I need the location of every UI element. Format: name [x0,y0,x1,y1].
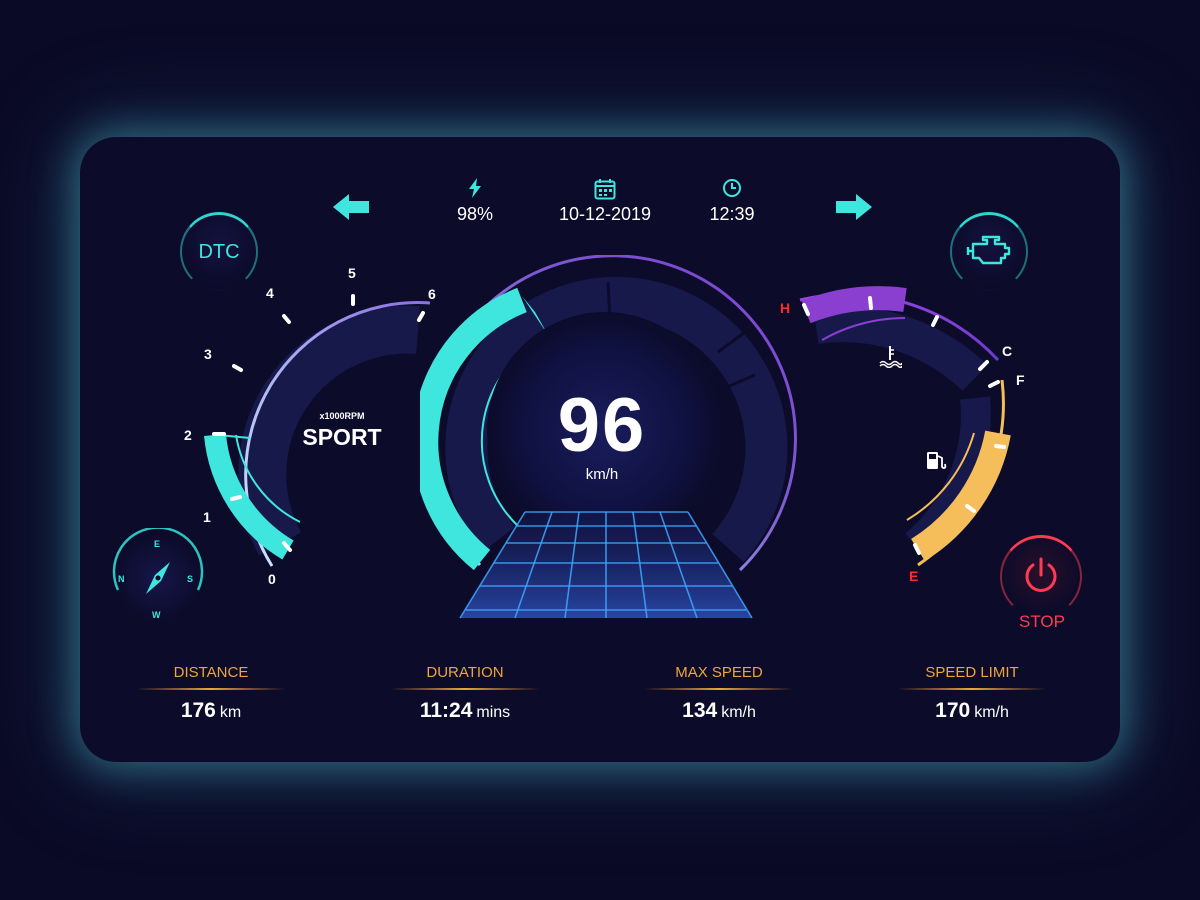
fuel-empty-label: E [909,568,919,584]
compass-north-label: N [118,574,125,584]
compass-west-label: W [152,610,161,620]
engine-icon [965,234,1013,271]
stat-label-distance: DISTANCE [173,664,249,681]
stop-label: STOP [1019,612,1065,631]
drive-mode-label: SPORT [302,424,382,450]
battery-value: 98% [456,204,494,224]
stat-value-max-speed: 134 km/h [682,699,756,722]
clock-icon [672,178,792,203]
rpm-tick-label: 1 [203,509,211,525]
temperature-gauge [780,280,1030,590]
compass-east-label: E [154,539,161,549]
stat-divider [644,688,794,690]
coolant-temperature-icon [878,344,903,373]
stat-divider [136,688,286,690]
left-arrow-icon[interactable] [333,192,373,222]
rpm-unit-label: x1000RPM [319,411,365,421]
stat-value-duration: 11:24 mins [419,699,511,722]
temp-hot-label: H [780,300,791,316]
stat-label-max-speed: MAX SPEED [675,664,763,681]
date-value: 10-12-2019 [558,204,652,224]
stat-label-speed-limit: SPEED LIMIT [925,664,1019,681]
fuel-pump-icon [924,448,948,477]
rpm-tick-label: 4 [266,285,274,301]
stat-value-speed-limit: 170 km/h [935,699,1009,722]
stat-label-duration: DURATION [426,664,504,681]
battery-bolt-icon [415,178,535,203]
time-value: 12:39 [709,204,755,224]
temp-cold-label: C [1002,343,1013,359]
speed-unit: km/h [585,466,619,483]
stat-divider [390,688,540,690]
power-icon [1021,555,1061,600]
right-arrow-icon[interactable] [834,192,874,222]
calendar-icon [545,178,665,205]
fuel-full-label: F [1016,372,1025,388]
stat-divider [897,688,1047,690]
speed-value: 96 [557,383,647,468]
rpm-tick-label: 3 [204,346,212,362]
dtc-button-label: DTC [198,240,240,263]
rpm-tick-label: 0 [268,571,276,587]
stat-value-distance: 176 km [180,699,242,722]
rpm-tick-label: 2 [184,427,192,443]
rpm-tick-label: 5 [348,265,356,281]
stop-button[interactable] [1000,535,1082,618]
